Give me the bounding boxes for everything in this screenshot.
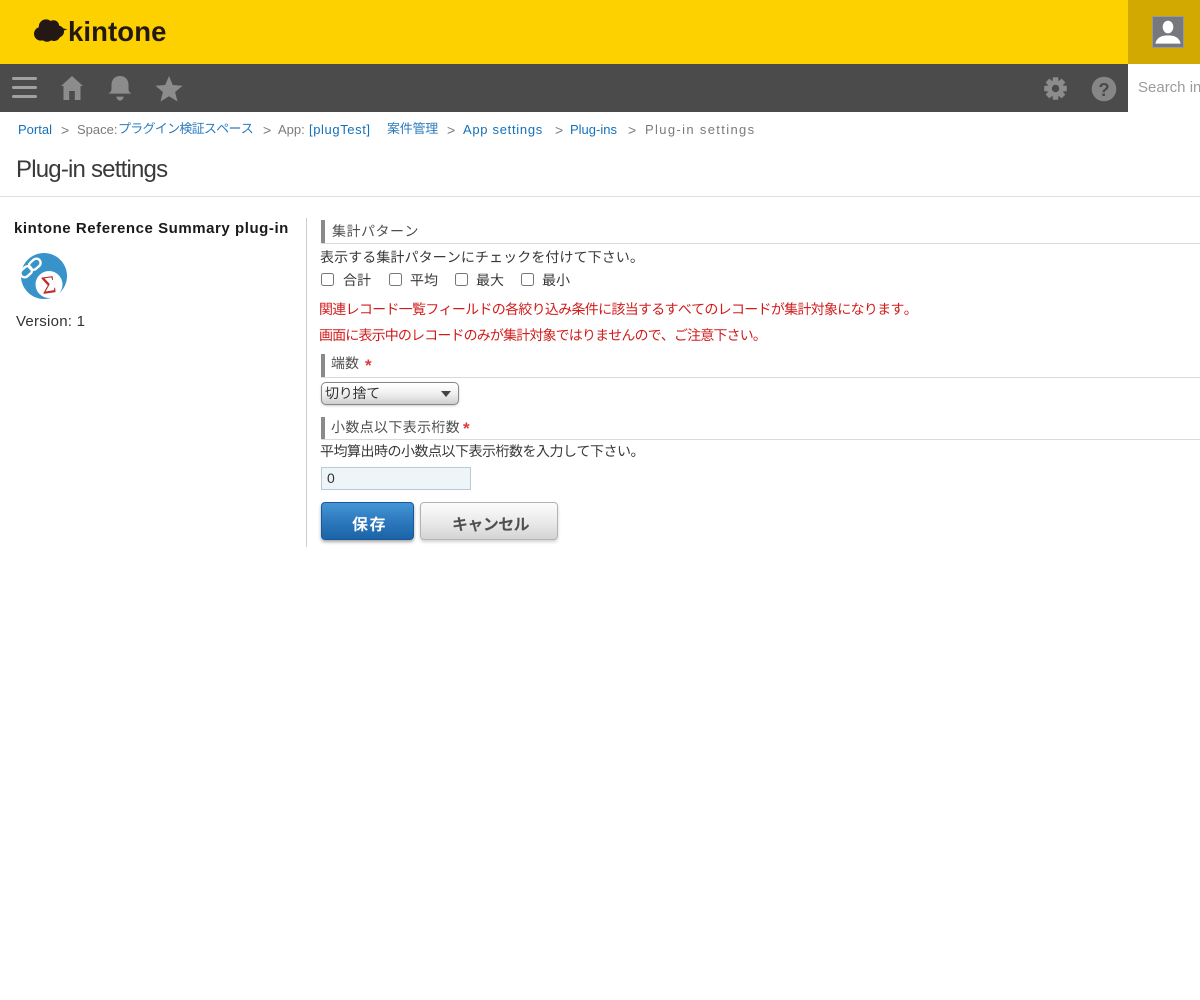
svg-text:?: ? [1098, 79, 1109, 100]
